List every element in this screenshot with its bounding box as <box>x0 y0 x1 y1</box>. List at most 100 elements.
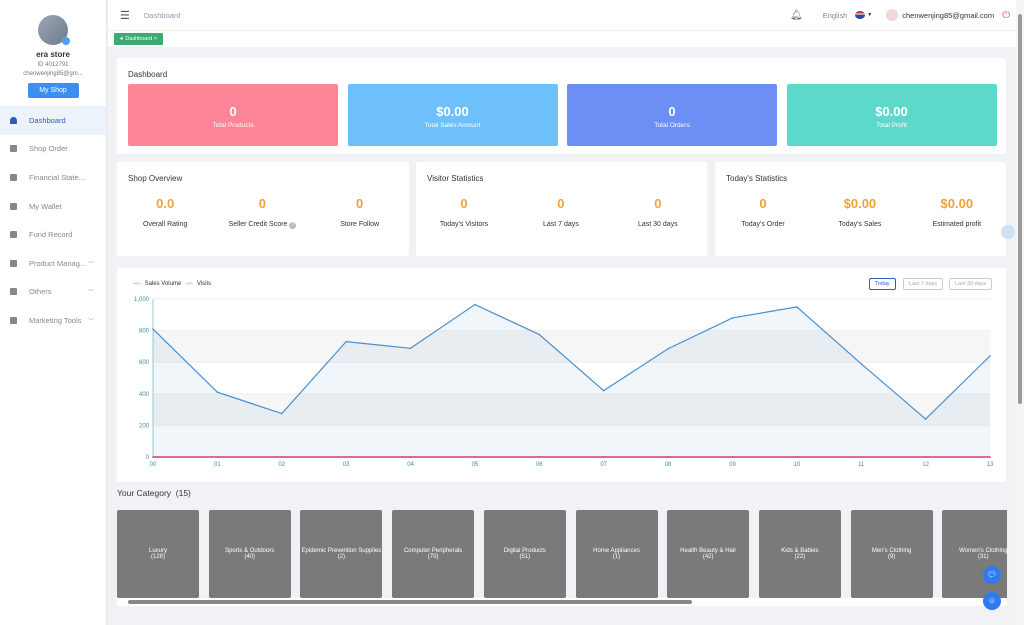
category-count: (1) <box>612 554 621 560</box>
x-tick-label: 00 <box>150 462 157 468</box>
category-count: (31) <box>977 554 989 560</box>
stat-value: $0.00 <box>875 104 908 119</box>
stat-card[interactable]: 0 Total Orders <box>567 84 777 146</box>
metric-label: Today's Visitors <box>439 221 489 228</box>
sales-volume-point <box>345 456 347 458</box>
sidebar-item-label: Dashboard <box>29 115 66 125</box>
category-item[interactable]: Health Beauty & Hair (42) <box>667 510 750 598</box>
category-count: (42) <box>702 554 714 560</box>
chart-card: -○- Sales Volume -○- Visits Today Last 7 d… <box>117 268 1006 482</box>
metric-label: Seller Credit Score <box>228 221 288 228</box>
sidebar-item-fund-record[interactable]: Fund Record <box>0 220 106 249</box>
visits-point <box>924 418 927 420</box>
horizontal-scrollbar[interactable] <box>117 598 1007 606</box>
sidebar-item-label: Shop Order <box>29 144 68 154</box>
metric-label: Today's Sales <box>838 221 882 228</box>
sales-volume-point <box>409 456 412 458</box>
support-button[interactable]: ☺ <box>983 592 1001 610</box>
user-email[interactable]: chenwenjing85@gmail.com <box>902 11 994 20</box>
x-tick-label: 09 <box>729 462 736 468</box>
avatar[interactable] <box>38 15 70 45</box>
vertical-scrollbar[interactable] <box>1016 0 1024 625</box>
y-tick-label: 800 <box>139 329 150 335</box>
metric: 0 Today's Order <box>715 196 811 228</box>
my-shop-button[interactable]: My Shop <box>27 83 79 98</box>
sales-volume-point <box>924 456 927 458</box>
scroll-thumb[interactable] <box>1018 14 1022 404</box>
metric: 0 Store Follow <box>311 196 407 228</box>
sales-volume-point <box>602 456 605 458</box>
y-tick-label: 600 <box>139 360 150 366</box>
metric-label: Estimated profit <box>932 221 982 228</box>
category-item[interactable]: Home Appliances (1) <box>575 510 658 598</box>
stat-card[interactable]: $0.00 Total Sales Amount <box>347 84 558 146</box>
sidebar-item-shop-order[interactable]: Shop Order <box>0 135 106 164</box>
sidebar-item-others[interactable]: Others ﹀ <box>0 278 106 307</box>
tags-bar: ● Dashboard × <box>108 31 1016 47</box>
bell-icon[interactable]: 🔔︎ <box>790 10 803 21</box>
category-item[interactable]: Luxury (126) <box>117 510 199 598</box>
category-item[interactable]: Men's Clothing (9) <box>850 510 933 598</box>
breadcrumb[interactable]: Dashboard <box>144 11 181 20</box>
category-item[interactable]: Women's Clothing (31) <box>942 510 1007 598</box>
metric-label: Last 7 days <box>542 221 579 228</box>
language-select[interactable]: English <box>823 11 848 20</box>
metric-value: 0 <box>258 196 267 211</box>
metric-value: 0 <box>460 196 468 211</box>
sales-volume-point <box>796 456 798 458</box>
sales-volume-point <box>216 456 219 458</box>
sales-volume-point <box>538 456 541 458</box>
sidebar-item-dashboard[interactable]: Dashboard <box>0 106 106 135</box>
category-count: (40) <box>244 554 256 560</box>
stat-card[interactable]: $0.00 Total Profit <box>786 84 997 146</box>
stat-card[interactable]: 0 Total Products <box>128 84 338 146</box>
shop-overview-title: Shop Overview <box>128 174 183 183</box>
x-tick-label: 13 <box>987 462 994 468</box>
bar-chart-icon <box>10 316 17 324</box>
help-icon[interactable]: ? <box>289 222 297 229</box>
today-stats-card: Today's Statistics 0 Today's Order $0.00 To… <box>715 162 1006 256</box>
floating-tool-icon[interactable] <box>1001 225 1015 239</box>
metric-value: $0.00 <box>843 196 877 211</box>
visits-point <box>796 306 798 308</box>
line-chart: 0 200 400 600 800 1,000 00 01 02 03 04 05 06 07 08 09 10… <box>134 297 994 468</box>
menu-toggle-icon[interactable]: ☰ <box>120 9 130 22</box>
store-name: era store <box>36 50 70 59</box>
category-item[interactable]: Kids & Babies (22) <box>758 510 841 598</box>
record-icon <box>10 231 17 239</box>
clipboard-icon <box>10 145 17 153</box>
us-flag-icon[interactable] <box>855 11 866 19</box>
category-item[interactable]: Computer Peripherals (70) <box>392 510 475 598</box>
user-avatar[interactable] <box>886 9 899 21</box>
stat-label: Total Profit <box>876 122 907 129</box>
sidebar-item-financial-state[interactable]: Financial State... <box>0 163 106 192</box>
sidebar-item-my-wallet[interactable]: My Wallet <box>0 192 106 221</box>
sidebar: era store ID 4012791 chenwenjing85@gm...… <box>0 0 107 625</box>
sidebar-item-marketing-tools[interactable]: Marketing Tools ﹀ <box>0 306 106 335</box>
metric: 0.0 Overall Rating <box>117 196 213 228</box>
power-icon[interactable]: ⏻ <box>1002 10 1010 21</box>
visits-point <box>216 391 219 394</box>
visits-point <box>280 412 283 415</box>
chat-button[interactable]: 💬︎ <box>983 566 1001 584</box>
chart-icon <box>10 173 17 181</box>
metric: 0 Today's Visitors <box>416 196 512 228</box>
sidebar-item-product-manag[interactable]: Product Manag... ﹀ <box>0 249 106 278</box>
visitor-stats-title: Visitor Statistics <box>427 174 484 183</box>
shop-overview-card: Shop Overview 0.0 Overall Rating 0 Seller C… <box>117 162 409 256</box>
visits-point <box>152 328 154 330</box>
x-tick-label: 04 <box>407 462 414 468</box>
metric-label: Last 30 days <box>637 221 678 228</box>
stat-value: 0 <box>668 104 676 119</box>
stat-label: Total Orders <box>654 122 690 129</box>
category-count: (22) <box>794 554 806 560</box>
scroll-thumb[interactable] <box>128 600 692 604</box>
metric-value: $0.00 <box>940 196 974 211</box>
tab-dashboard[interactable]: ● Dashboard × <box>114 33 163 45</box>
category-item[interactable]: Sports & Outdoors (40) <box>208 510 291 598</box>
chevron-down-icon[interactable]: ▼ <box>867 12 872 18</box>
category-item[interactable]: Digital Products (51) <box>483 510 566 598</box>
category-item[interactable]: Epidemic Prevention Supplies (2) <box>300 510 383 598</box>
sidebar-item-label: Marketing Tools <box>29 315 82 325</box>
category-count: (51) <box>519 554 531 560</box>
